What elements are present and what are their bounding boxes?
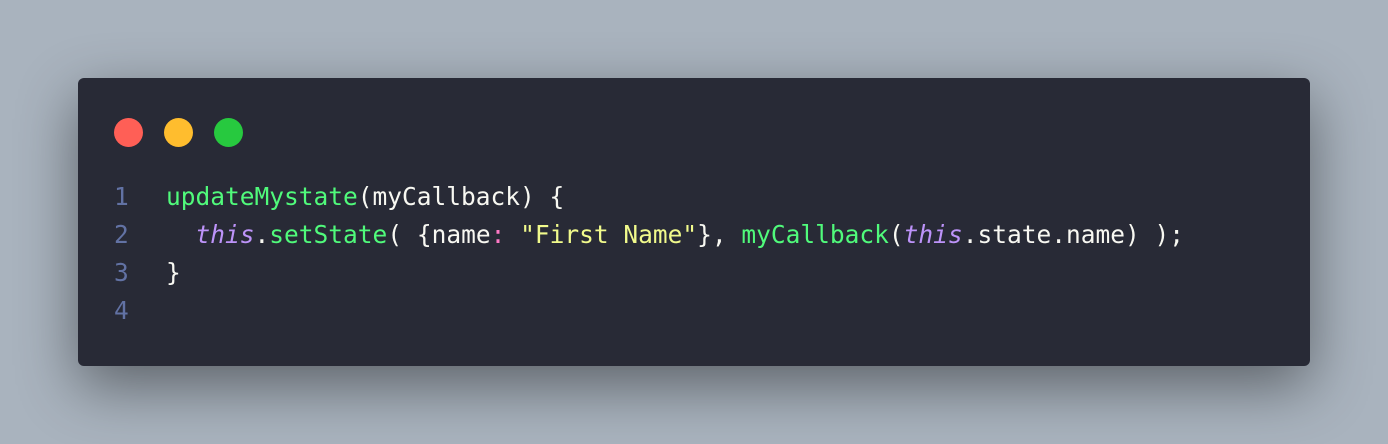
code-token-plain: ( (888, 220, 904, 249)
code-token-plain: ( {name (387, 220, 491, 249)
line-number: 4 (114, 296, 129, 325)
code-line: 1 updateMystate(myCallback) { (78, 178, 1310, 216)
line-number: 1 (114, 182, 129, 211)
code-line: 3} (78, 254, 1310, 292)
code-block: 1 updateMystate(myCallback) {2 this.setSt… (78, 178, 1310, 330)
code-token-function: updateMystate (166, 182, 358, 211)
line-number: 2 (114, 220, 129, 249)
code-token-keyword: this (195, 220, 255, 249)
close-dot-icon[interactable] (114, 118, 143, 147)
code-token-plain: . (254, 220, 270, 249)
code-token-plain: } (166, 258, 181, 287)
code-token-keyword: this (903, 220, 963, 249)
code-line: 4 (78, 292, 1310, 330)
code-line: 2 this.setState( {name: "First Name"}, m… (78, 216, 1310, 254)
line-number: 3 (114, 258, 129, 287)
code-token-plain: (myCallback) { (357, 182, 565, 211)
line-content: } (166, 254, 181, 292)
code-token-function: setState (269, 220, 388, 249)
code-token-operator: : (490, 220, 506, 249)
code-window: 1 updateMystate(myCallback) {2 this.setSt… (78, 78, 1310, 366)
line-content: this.setState( {name: "First Name"}, myC… (166, 216, 1184, 254)
code-token-plain: }, (697, 220, 742, 249)
code-token-string: "First Name" (520, 220, 698, 249)
minimize-dot-icon[interactable] (164, 118, 193, 147)
code-token-function: myCallback (741, 220, 889, 249)
code-token-plain: .state.name) ); (962, 220, 1184, 249)
maximize-dot-icon[interactable] (214, 118, 243, 147)
window-controls (114, 118, 243, 147)
line-content: updateMystate(myCallback) { (166, 178, 564, 216)
